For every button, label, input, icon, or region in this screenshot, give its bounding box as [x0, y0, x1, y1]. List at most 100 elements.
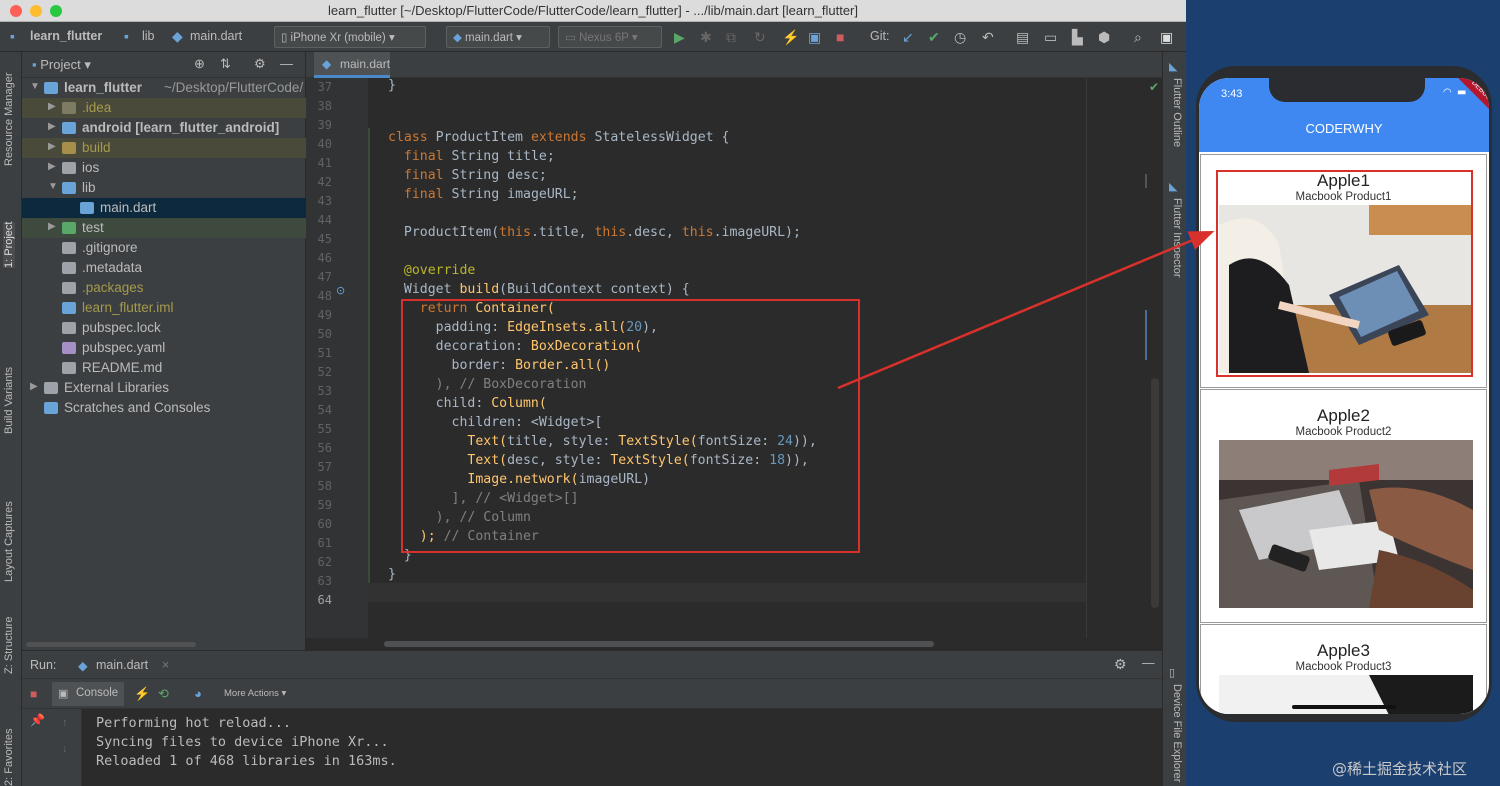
tree-item-android-learn-flutter-android[interactable]: ▶ android [learn_flutter_android] — [22, 118, 306, 138]
hot-reload-icon[interactable]: ⚡ — [782, 29, 799, 46]
line-number: 41 — [317, 156, 332, 170]
tree-item-readme-md[interactable]: README.md — [22, 358, 306, 378]
terminal-icon[interactable]: ▭ — [1044, 29, 1057, 46]
emulator-selector[interactable]: ▭ Nexus 6P ▾ — [558, 26, 662, 48]
tree-item-pubspec-lock[interactable]: pubspec.lock — [22, 318, 306, 338]
close-icon[interactable]: × — [162, 658, 169, 672]
device-file-explorer-tab[interactable]: Device File Explorer — [1171, 684, 1183, 782]
tree-item-pubspec-yaml[interactable]: pubspec.yaml — [22, 338, 306, 358]
more-actions-button[interactable]: More Actions ▾ — [224, 688, 286, 699]
tree-item-label: pubspec.yaml — [82, 340, 166, 355]
tree-item-test[interactable]: ▶ test — [22, 218, 306, 238]
pin-icon[interactable]: 📌 — [30, 713, 45, 727]
arrow-up-icon[interactable]: ↑ — [62, 717, 68, 729]
tree-item-build[interactable]: ▶ build — [22, 138, 306, 158]
console-line: Performing hot reload... — [96, 715, 292, 731]
line-number: 49 — [317, 308, 332, 322]
account-icon[interactable]: ▣ — [1160, 29, 1173, 46]
line-number: 54 — [317, 403, 332, 417]
project-tool-tab[interactable]: 1: Project — [3, 221, 15, 268]
flutter-outline-tab[interactable]: Flutter Outline — [1171, 78, 1183, 147]
tree-item-ios[interactable]: ▶ ios — [22, 158, 306, 178]
project-scrollbar[interactable] — [26, 642, 196, 647]
hot-restart-icon[interactable]: ▣ — [808, 29, 821, 46]
file-icon — [62, 262, 76, 274]
tree-item-idea[interactable]: ▶ .idea — [22, 98, 306, 118]
collapse-icon[interactable]: ⇅ — [220, 56, 231, 72]
chevron-right-icon[interactable]: ▶ — [48, 161, 56, 172]
resource-manager-tab[interactable]: Resource Manager — [3, 72, 15, 166]
stop-icon[interactable]: ■ — [836, 29, 844, 45]
tree-item-lib[interactable]: ▼ lib — [22, 178, 306, 198]
favorites-tab[interactable]: 2: Favorites — [3, 729, 15, 786]
history-icon[interactable]: ◷ — [954, 29, 966, 46]
run-icon[interactable]: ▶ — [674, 29, 685, 46]
chevron-right-icon[interactable]: ▶ — [48, 121, 56, 132]
devtools-icon[interactable]: ◕ — [194, 686, 202, 701]
horizontal-scrollbar[interactable] — [306, 638, 1162, 650]
hide-icon[interactable]: — — [280, 56, 293, 71]
tree-item-packages[interactable]: .packages — [22, 278, 306, 298]
gear-icon[interactable]: ⚙ — [1114, 656, 1127, 673]
device-selector[interactable]: ▯ iPhone Xr (mobile) ▾ — [274, 26, 426, 48]
gear-icon[interactable]: ⚙ — [254, 56, 266, 72]
tree-item-label: README.md — [82, 360, 163, 375]
tree-item-metadata[interactable]: .metadata — [22, 258, 306, 278]
breadcrumb-folder[interactable]: lib — [142, 29, 155, 43]
status-time: 3:43 — [1221, 88, 1243, 100]
tree-item-main-dart[interactable]: main.dart — [22, 198, 306, 218]
device-file-icon: ▯ — [1169, 666, 1176, 679]
product-item[interactable]: Apple2 Macbook Product2 — [1200, 389, 1487, 623]
hot-reload-icon[interactable]: ⚡ — [134, 686, 150, 702]
override-marker-icon[interactable]: ⊙ — [336, 284, 345, 297]
search-icon[interactable]: ⌕ — [1134, 29, 1142, 46]
chevron-down-icon[interactable]: ▼ — [30, 81, 40, 92]
console-output[interactable]: Performing hot reload... Syncing files to… — [82, 709, 1162, 786]
profile-icon[interactable]: ↻ — [754, 29, 766, 46]
vertical-scrollbar[interactable] — [1151, 378, 1159, 608]
tree-item-scratches-and-consoles[interactable]: Scratches and Consoles — [22, 398, 306, 418]
battery-icon: ▬ — [1457, 87, 1467, 98]
debug-icon[interactable]: ✱ — [700, 29, 712, 46]
console-tab[interactable]: ▣ Console — [52, 682, 124, 706]
target-icon[interactable]: ⊕ — [194, 56, 205, 72]
chevron-right-icon[interactable]: ▶ — [48, 101, 56, 112]
hot-restart-icon[interactable]: ⟲ — [158, 686, 169, 702]
structure-tab[interactable]: Z: Structure — [3, 617, 15, 674]
run-config-selector[interactable]: ◆ main.dart ▾ — [446, 26, 550, 48]
chevron-down-icon[interactable]: ▼ — [48, 181, 58, 192]
code-line-63: } — [388, 567, 396, 582]
line-number: 55 — [317, 422, 332, 436]
project-panel: ▪ Project ▾ ⊕ ⇅ ⚙ — ▼ learn_flutter ~/Desk… — [22, 52, 306, 650]
tab-main-dart[interactable]: ◆ main.dart — [314, 52, 390, 78]
file-icon — [62, 102, 76, 114]
git-update-icon[interactable]: ↙ — [902, 29, 914, 46]
sdk-manager-icon[interactable]: ⬢ — [1098, 29, 1110, 46]
layout-captures-tab[interactable]: Layout Captures — [3, 501, 15, 582]
arrow-down-icon[interactable]: ↓ — [62, 743, 68, 755]
project-view-selector[interactable]: Project — [40, 57, 80, 72]
chevron-right-icon[interactable]: ▶ — [48, 221, 56, 232]
watermark: @稀土掘金技术社区 — [1332, 760, 1468, 778]
rollback-icon[interactable]: ↶ — [982, 29, 994, 46]
run-tab-main-dart[interactable]: main.dart — [96, 658, 148, 672]
breadcrumb-file[interactable]: main.dart — [190, 29, 242, 43]
product-item[interactable]: Apple3 Macbook Product3 — [1200, 624, 1487, 714]
tree-item-learn-flutter-iml[interactable]: learn_flutter.iml — [22, 298, 306, 318]
build-variants-tab[interactable]: Build Variants — [3, 367, 15, 434]
attach-icon[interactable]: ⧉ — [726, 29, 736, 46]
chevron-right-icon[interactable]: ▶ — [30, 381, 38, 392]
flutter-inspector-tab[interactable]: Flutter Inspector — [1171, 198, 1183, 277]
tree-item-label: .packages — [82, 280, 144, 295]
breadcrumb-project[interactable]: learn_flutter — [30, 29, 102, 43]
stop-icon[interactable]: ■ — [30, 687, 37, 701]
tree-item-learn-flutter[interactable]: ▼ learn_flutter ~/Desktop/FlutterCode/ — [22, 78, 306, 98]
tree-item-external-libraries[interactable]: ▶ External Libraries — [22, 378, 306, 398]
project-structure-icon[interactable]: ▤ — [1016, 29, 1029, 46]
avd-manager-icon[interactable]: ▙ — [1072, 29, 1083, 46]
hide-icon[interactable]: — — [1142, 656, 1155, 670]
dart-file-icon: ◆ — [78, 659, 88, 673]
tree-item-gitignore[interactable]: .gitignore — [22, 238, 306, 258]
chevron-right-icon[interactable]: ▶ — [48, 141, 56, 152]
git-commit-icon[interactable]: ✔ — [928, 29, 940, 46]
